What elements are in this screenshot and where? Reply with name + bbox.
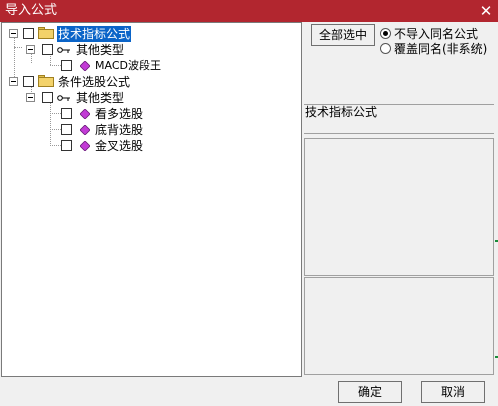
tree-checkbox[interactable] (61, 60, 72, 71)
tree-node-other-types[interactable]: 其他类型 (2, 90, 302, 106)
tree-checkbox[interactable] (23, 76, 34, 87)
formula-detail-panel (304, 277, 494, 375)
tree-node-formula-item[interactable]: 看多选股 (2, 106, 302, 122)
tree-node-label: 看多选股 (95, 107, 144, 121)
tree-node-stock-screen-formulas[interactable]: 条件选股公式 (2, 74, 302, 90)
collapse-toggle[interactable] (9, 29, 18, 38)
tree-node-label: 其他类型 (76, 91, 125, 105)
formula-description-panel (304, 138, 494, 276)
tree-node-label: 条件选股公式 (58, 75, 131, 89)
radio-overwrite-duplicates-label[interactable]: 覆盖同名(非系统) (394, 42, 487, 56)
diamond-icon (80, 109, 90, 119)
collapse-toggle[interactable] (9, 77, 18, 86)
key-icon (57, 47, 70, 53)
select-all-button[interactable]: 全部选中 (311, 24, 375, 46)
window-title: 导入公式 (5, 3, 58, 18)
tree-checkbox[interactable] (61, 124, 72, 135)
collapse-toggle[interactable] (26, 45, 35, 54)
key-icon (57, 95, 70, 101)
title-bar: 导入公式 ✕ (0, 0, 498, 22)
folder-icon (38, 27, 54, 39)
tree-checkbox[interactable] (42, 44, 53, 55)
tree-node-formula-item[interactable]: 金叉选股 (2, 138, 302, 154)
import-formula-dialog: 导入公式 ✕ 技术指标公式 其他类型 MACD波段王 条件选股公式 其他类型 看… (0, 0, 498, 406)
diamond-icon (80, 125, 90, 135)
tree-node-formula-item[interactable]: MACD波段王 (2, 58, 302, 74)
radio-overwrite-duplicates[interactable] (380, 43, 391, 54)
tree-node-label: 其他类型 (76, 43, 125, 57)
diamond-icon (80, 141, 90, 151)
radio-skip-duplicates[interactable] (380, 28, 391, 39)
tree-checkbox[interactable] (42, 92, 53, 103)
tree-node-other-types[interactable]: 其他类型 (2, 42, 302, 58)
radio-skip-duplicates-label[interactable]: 不导入同名公式 (394, 27, 478, 41)
collapse-toggle[interactable] (26, 93, 35, 102)
close-icon[interactable]: ✕ (476, 1, 496, 21)
tree-node-label: 底背选股 (95, 123, 144, 137)
tree-node-tech-formulas[interactable]: 技术指标公式 (2, 26, 302, 42)
folder-icon (38, 75, 54, 87)
tree-node-formula-item[interactable]: 底背选股 (2, 122, 302, 138)
formula-tree[interactable]: 技术指标公式 其他类型 MACD波段王 条件选股公式 其他类型 看多选股 底背选… (1, 22, 302, 377)
tree-checkbox[interactable] (61, 108, 72, 119)
tree-node-label: MACD波段王 (95, 59, 161, 72)
diamond-icon (80, 61, 90, 71)
category-info-text: 技术指标公式 (305, 105, 378, 119)
tree-checkbox[interactable] (23, 28, 34, 39)
tree-checkbox[interactable] (61, 140, 72, 151)
ok-button[interactable]: 确定 (338, 381, 402, 403)
cancel-button[interactable]: 取消 (421, 381, 485, 403)
tree-node-label: 金叉选股 (95, 139, 144, 153)
tree-node-label: 技术指标公式 (57, 26, 132, 42)
